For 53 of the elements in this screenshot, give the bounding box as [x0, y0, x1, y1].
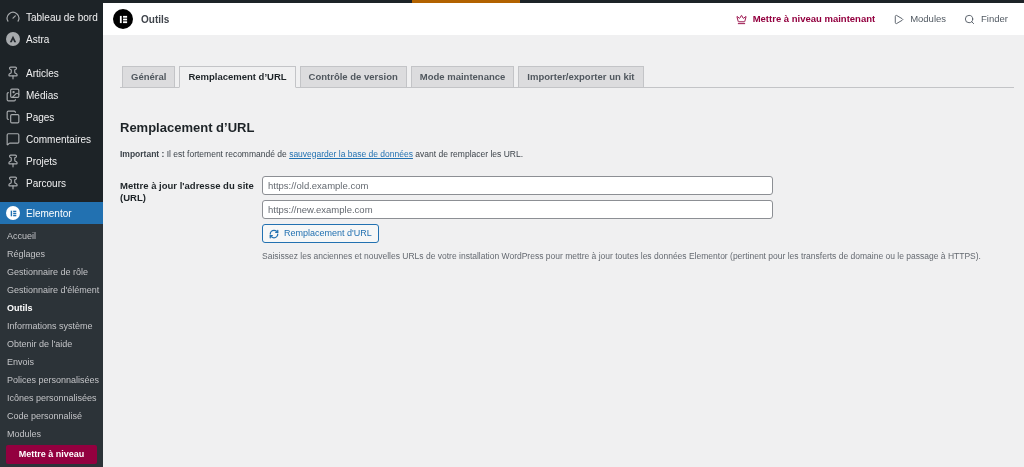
- tab[interactable]: Contrôle de version: [299, 66, 407, 88]
- submenu-item[interactable]: Gestionnaire d'élément: [0, 282, 103, 300]
- tab[interactable]: Remplacement d’URL: [179, 66, 296, 88]
- media-icon: [6, 88, 20, 102]
- toolbar-link[interactable]: Finder: [964, 11, 1008, 27]
- tab[interactable]: Général: [122, 66, 176, 88]
- submenu-item[interactable]: Polices personnalisées: [0, 372, 103, 390]
- submenu-item[interactable]: Icônes personnalisées: [0, 390, 103, 408]
- search-icon: [964, 13, 976, 25]
- tab[interactable]: Mode maintenance: [410, 66, 515, 88]
- menu-item[interactable]: Parcours: [0, 172, 103, 194]
- submenu-item[interactable]: Réglages: [0, 246, 103, 264]
- replace-url-button[interactable]: Remplacement d'URL: [262, 224, 379, 244]
- field-label: Mettre à jour l'adresse du site (URL): [120, 179, 255, 206]
- submenu-item[interactable]: Code personnalisé: [0, 408, 103, 426]
- menu-item[interactable]: Pages: [0, 106, 103, 128]
- astra-icon: [6, 32, 20, 46]
- submenu-item[interactable]: Envois: [0, 354, 103, 372]
- submenu-item[interactable]: Modules: [0, 426, 103, 444]
- menu-item[interactable]: Médias: [0, 84, 103, 106]
- submenu-item[interactable]: Accueil: [0, 228, 103, 246]
- menu-item[interactable]: Articles: [0, 62, 103, 84]
- pages-icon: [6, 110, 20, 124]
- submenu-item[interactable]: Gestionnaire de rôle: [0, 264, 103, 282]
- crown-icon: [735, 13, 747, 25]
- toolbar-link[interactable]: Modules: [893, 11, 947, 27]
- dashboard-icon: [6, 10, 20, 24]
- field-description: Saisissez les anciennes et nouvelles URLs de votre installation WordPress pour mettre à jour toutes les données Elementor (pertinent pour les transferts de domaine ou le passage à HTTPS).: [262, 250, 981, 263]
- pin-icon: [6, 176, 20, 190]
- notice-text: Important : Il est fortement recommandé de sauvegarder la base de données avant de remplacer les URL.: [120, 147, 525, 161]
- elementor-logo-icon: [113, 9, 133, 29]
- menu-item[interactable]: Elementor: [0, 202, 103, 224]
- submenu-item[interactable]: Informations système: [0, 318, 103, 336]
- backup-link[interactable]: sauvegarder la base de données: [289, 148, 413, 159]
- menu-item[interactable]: Tableau de bord: [0, 6, 103, 28]
- toolbar-link[interactable]: Mettre à niveau maintenant: [735, 11, 876, 27]
- submenu-item[interactable]: Obtenir de l'aide: [0, 336, 103, 354]
- menu-item[interactable]: Astra: [0, 28, 103, 50]
- tab[interactable]: Importer/exporter un kit: [518, 66, 644, 88]
- play-icon: [893, 13, 905, 25]
- pin-icon: [6, 154, 20, 168]
- menu-item[interactable]: Projets: [0, 150, 103, 172]
- menu-item[interactable]: Commentaires: [0, 128, 103, 150]
- refresh-icon: [269, 228, 279, 239]
- comment-icon: [6, 132, 20, 146]
- submenu-item[interactable]: Outils: [0, 300, 103, 318]
- elementor-icon: [6, 206, 20, 220]
- url-field[interactable]: https://new.example.com: [262, 200, 773, 220]
- upgrade-button[interactable]: Mettre à niveau: [6, 445, 97, 464]
- page-title: Outils: [141, 12, 170, 27]
- url-field[interactable]: https://old.example.com: [262, 176, 773, 196]
- pin-icon: [6, 66, 20, 80]
- section-heading: Remplacement d’URL: [120, 119, 256, 137]
